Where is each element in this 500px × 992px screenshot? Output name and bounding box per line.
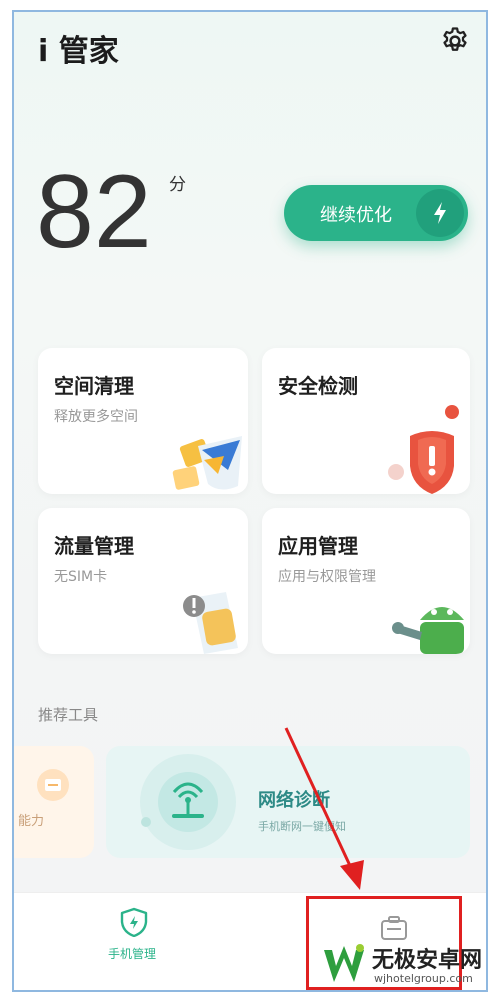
sim-card-icon bbox=[183, 592, 238, 654]
security-check-title: 安全检测 bbox=[278, 374, 358, 398]
security-check-card[interactable]: 安全检测 bbox=[262, 348, 470, 494]
app-management-title: 应用管理 bbox=[278, 534, 358, 558]
storage-tool-icon bbox=[37, 769, 69, 801]
partial-tool-label: 能力 bbox=[18, 814, 45, 829]
nav-tab-phone-management[interactable]: 手机管理 bbox=[84, 901, 184, 971]
score-unit: 分 bbox=[169, 175, 186, 195]
annotation-arrow bbox=[284, 727, 364, 890]
space-cleanup-subtitle: 释放更多空间 bbox=[54, 409, 138, 425]
app-management-subtitle: 应用与权限管理 bbox=[278, 569, 376, 585]
app-management-card[interactable]: 应用管理 应用与权限管理 bbox=[262, 508, 470, 654]
site-logo-icon bbox=[324, 944, 364, 982]
page-title: i 管家 bbox=[38, 34, 119, 69]
health-score: 82 bbox=[36, 154, 152, 270]
nav-label-phone-management: 手机管理 bbox=[108, 947, 157, 961]
warning-shield-icon bbox=[388, 405, 459, 494]
wifi-router-icon bbox=[140, 754, 236, 850]
space-cleanup-card[interactable]: 空间清理 释放更多空间 bbox=[38, 348, 248, 494]
space-cleanup-title: 空间清理 bbox=[54, 374, 134, 398]
watermark-site-name: 无极安卓网 bbox=[372, 948, 483, 973]
data-usage-subtitle: 无SIM卡 bbox=[54, 569, 108, 585]
partial-tool-card[interactable]: 能力 bbox=[14, 746, 94, 858]
data-usage-title: 流量管理 bbox=[54, 534, 134, 558]
trash-bin-icon bbox=[172, 436, 242, 490]
watermark-site-url: wjhotelgroup.com bbox=[374, 972, 473, 985]
continue-optimize-button[interactable]: 继续优化 bbox=[284, 185, 468, 241]
data-usage-card[interactable]: 流量管理 无SIM卡 bbox=[38, 508, 248, 654]
settings-gear-icon[interactable] bbox=[440, 26, 470, 56]
site-watermark: 无极安卓网 wjhotelgroup.com bbox=[318, 940, 500, 992]
recommended-tools-heading: 推荐工具 bbox=[38, 706, 99, 724]
phone-screen: i 管家 82 分 继续优化 空间清理 释放更多空间 安全检测 流量管理 无SI… bbox=[12, 10, 488, 992]
shield-bolt-icon bbox=[120, 907, 148, 937]
lightning-bolt-icon bbox=[416, 189, 464, 237]
optimize-button-label: 继续优化 bbox=[320, 205, 392, 226]
android-robot-icon bbox=[392, 607, 464, 654]
